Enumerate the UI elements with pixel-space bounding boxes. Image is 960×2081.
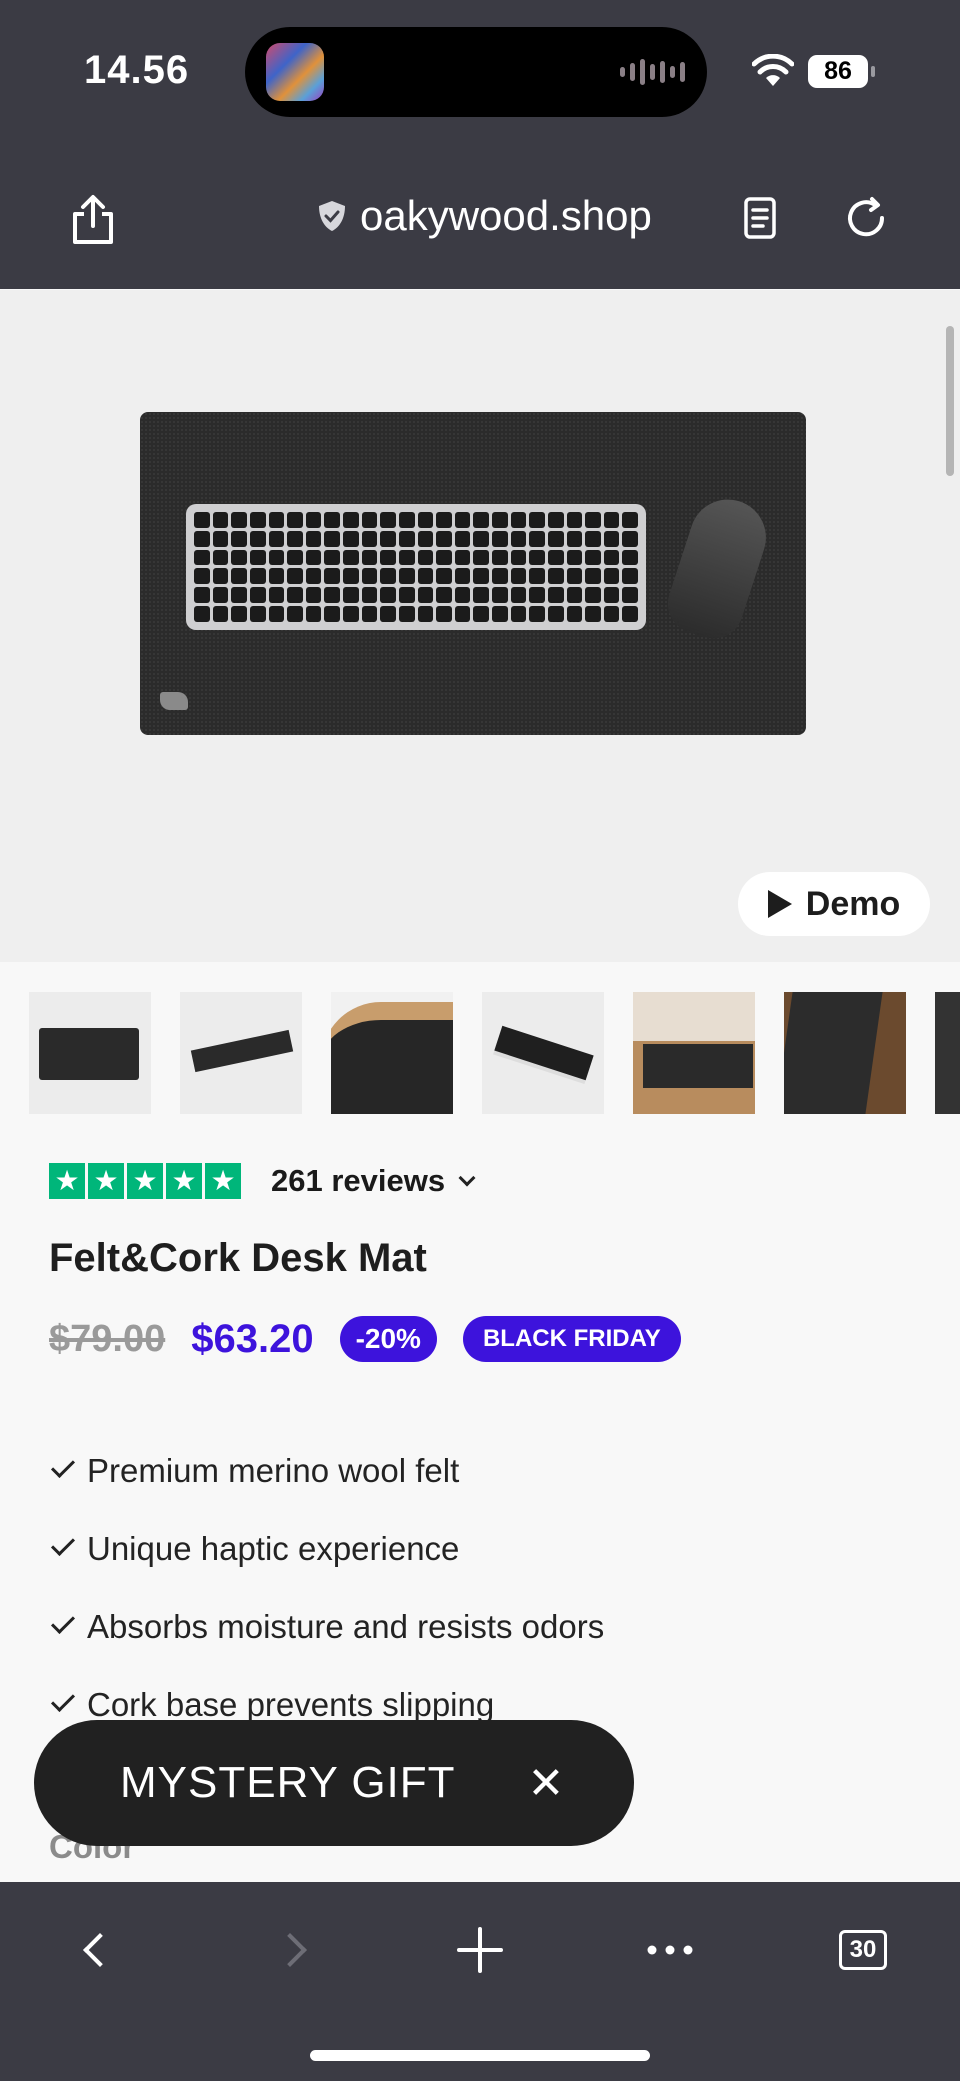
address-bar[interactable]: oakywood.shop <box>0 170 960 270</box>
more-dots-icon <box>647 1945 693 1955</box>
feature-text: Unique haptic experience <box>87 1530 460 1567</box>
star-icon: ★ <box>205 1163 241 1199</box>
audio-wave-icon <box>620 59 685 85</box>
feature-item: Unique haptic experience <box>49 1510 604 1588</box>
star-icon: ★ <box>166 1163 202 1199</box>
check-icon <box>50 1453 76 1479</box>
original-price: $79.00 <box>49 1317 166 1360</box>
brand-logo-mark <box>160 692 188 710</box>
feature-text: Cork base prevents slipping <box>87 1686 495 1723</box>
play-icon <box>767 890 792 918</box>
check-icon <box>50 1687 76 1713</box>
battery-indicator: 86 <box>808 55 875 88</box>
now-playing-artwork <box>266 43 324 101</box>
mystery-gift-label: MYSTERY GIFT <box>120 1758 456 1807</box>
browser-top-chrome: 14.56 86 oakywood.shop <box>0 0 960 289</box>
thumbnail-7[interactable] <box>935 992 960 1114</box>
page-scrollbar[interactable] <box>946 326 954 476</box>
feature-list: Premium merino wool felt Unique haptic e… <box>49 1432 604 1744</box>
thumbnail-5[interactable] <box>633 992 755 1114</box>
trustpilot-rating[interactable]: ★ ★ ★ ★ ★ 261 reviews <box>49 1163 476 1199</box>
product-title: Felt&Cork Desk Mat <box>49 1236 427 1280</box>
thumbnail-2[interactable] <box>180 992 302 1114</box>
share-icon[interactable] <box>70 194 116 246</box>
chevron-down-icon[interactable] <box>458 1169 476 1187</box>
shield-check-icon <box>319 201 345 231</box>
reader-mode-icon[interactable] <box>740 196 780 240</box>
url-field[interactable]: oakywood.shop <box>318 192 652 240</box>
check-icon <box>50 1609 76 1635</box>
feature-text: Absorbs moisture and resists odors <box>87 1608 605 1645</box>
plus-icon <box>457 1927 503 1973</box>
product-hero-image[interactable]: Demo <box>0 290 960 962</box>
more-menu-button[interactable] <box>640 1920 700 1980</box>
dynamic-island[interactable] <box>245 27 707 117</box>
chevron-left-icon <box>83 1933 117 1967</box>
thumbnail-gallery[interactable] <box>29 992 960 1115</box>
status-time: 14.56 <box>84 48 190 92</box>
close-icon[interactable]: ✕ <box>528 1758 565 1809</box>
star-icon: ★ <box>88 1163 124 1199</box>
chevron-right-icon <box>273 1933 307 1967</box>
star-icon: ★ <box>127 1163 163 1199</box>
forward-button[interactable] <box>270 1920 310 1980</box>
mystery-gift-banner[interactable]: MYSTERY GIFT ✕ <box>34 1720 634 1846</box>
black-friday-badge: BLACK FRIDAY <box>462 1316 681 1362</box>
thumbnail-4[interactable] <box>482 992 604 1114</box>
back-button[interactable] <box>80 1920 120 1980</box>
tab-count: 30 <box>839 1930 887 1970</box>
reload-icon[interactable] <box>842 194 892 244</box>
tabs-button[interactable]: 30 <box>838 1920 888 1980</box>
check-icon <box>50 1531 76 1557</box>
sale-price: $63.20 <box>191 1316 314 1361</box>
feature-text: Premium merino wool felt <box>87 1452 460 1489</box>
demo-video-button[interactable]: Demo <box>738 872 930 936</box>
keyboard-image <box>186 504 646 630</box>
demo-label: Demo <box>805 884 901 923</box>
new-tab-button[interactable] <box>450 1920 510 1980</box>
star-icon: ★ <box>49 1163 85 1199</box>
wifi-icon <box>752 54 794 86</box>
desk-mat-image <box>140 412 806 735</box>
url-text: oakywood.shop <box>360 192 652 239</box>
thumbnail-3[interactable] <box>331 992 453 1114</box>
price-row: $79.00 $63.20 -20% BLACK FRIDAY <box>49 1316 681 1362</box>
home-indicator[interactable] <box>310 2050 650 2061</box>
thumbnail-6[interactable] <box>784 992 906 1114</box>
feature-item: Premium merino wool felt <box>49 1432 604 1510</box>
mouse-image <box>660 489 776 647</box>
feature-item: Absorbs moisture and resists odors <box>49 1588 604 1666</box>
thumbnail-1[interactable] <box>29 992 151 1114</box>
reviews-count[interactable]: 261 reviews <box>271 1163 445 1199</box>
rating-stars: ★ ★ ★ ★ ★ <box>49 1163 241 1199</box>
discount-badge: -20% <box>339 1316 437 1362</box>
